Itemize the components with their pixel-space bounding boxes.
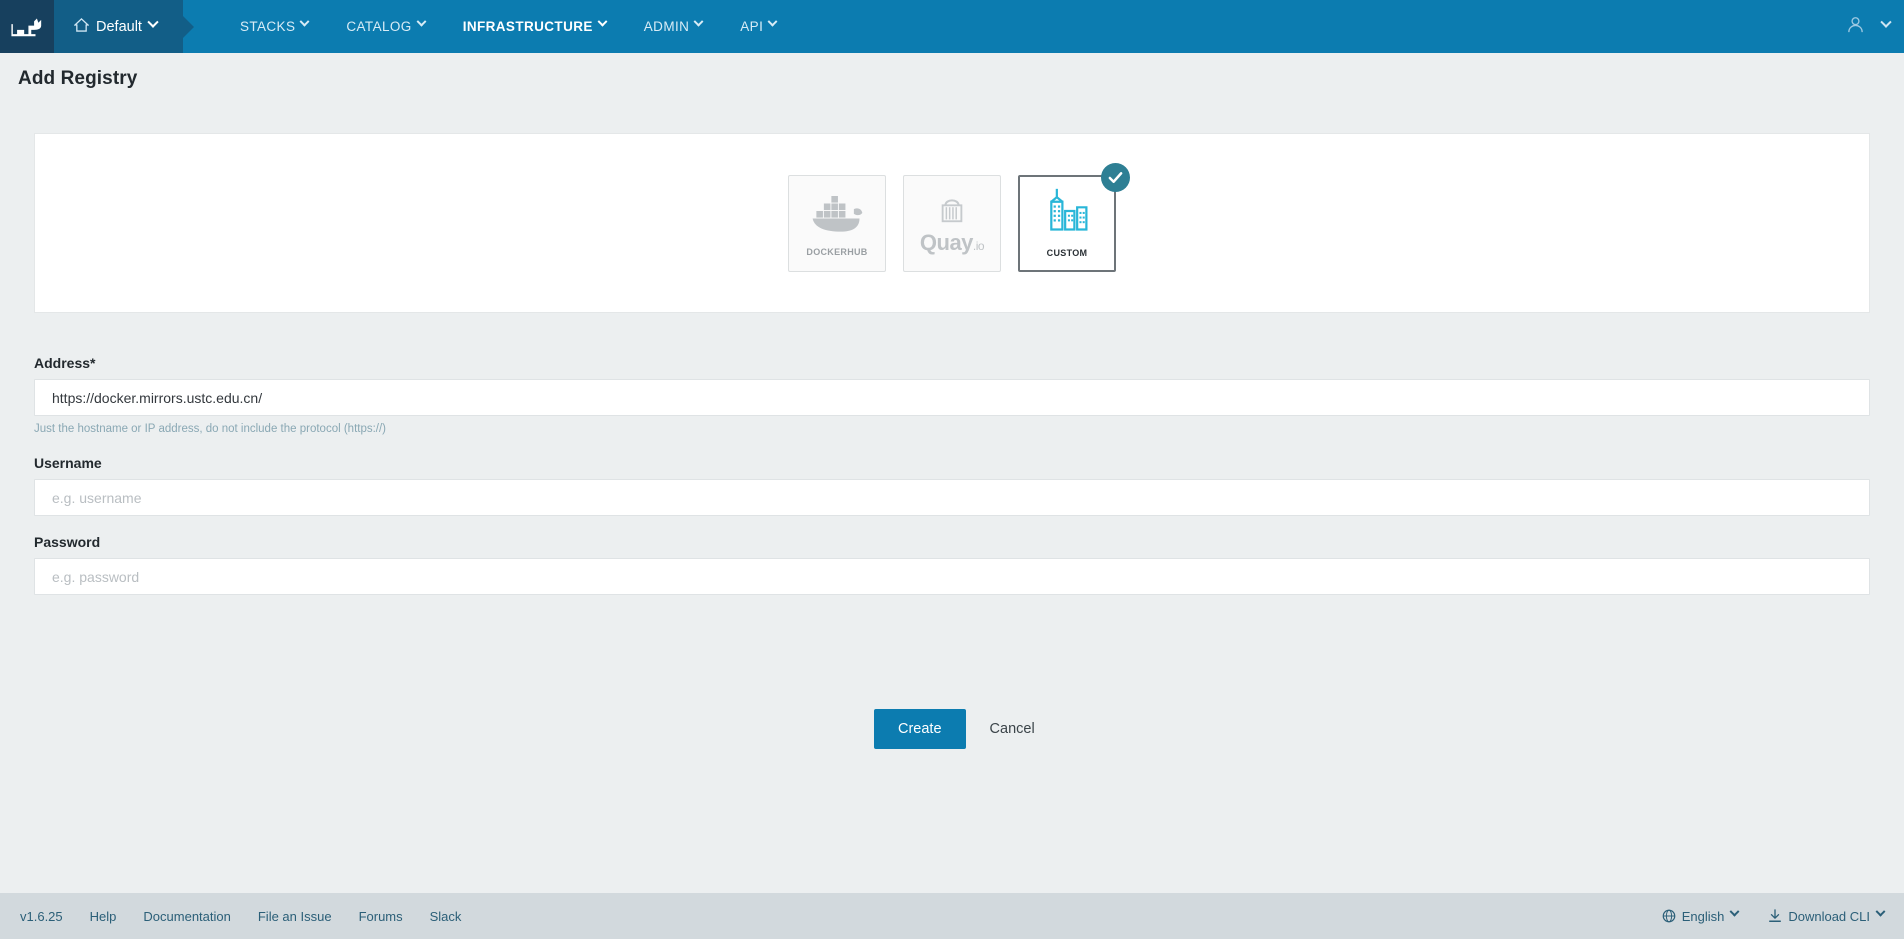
environment-label: Default xyxy=(96,18,142,35)
nav-item-stacks[interactable]: STACKS xyxy=(221,0,327,53)
registry-card-quay[interactable]: Quay.io xyxy=(903,174,1001,272)
quay-label-suffix: .io xyxy=(972,238,985,253)
chevron-down-icon xyxy=(1729,906,1740,917)
password-field-block: Password xyxy=(34,534,1870,595)
nav-item-catalog[interactable]: CATALOG xyxy=(327,0,443,53)
nav-label: CATALOG xyxy=(346,19,412,34)
registry-card-label: DockerHub xyxy=(806,243,868,258)
footer-link-file-an-issue[interactable]: File an Issue xyxy=(258,909,332,924)
language-label: English xyxy=(1681,908,1725,924)
selected-check-badge xyxy=(1101,162,1130,192)
download-cli-label: Download CLI xyxy=(1788,908,1870,924)
nav-label: ADMIN xyxy=(643,19,690,34)
nav-item-infrastructure[interactable]: INFRASTRUCTURE xyxy=(444,0,625,53)
footer-link-help[interactable]: Help xyxy=(90,909,117,924)
nav-item-admin[interactable]: ADMIN xyxy=(625,0,722,53)
quay-label-main: Quay xyxy=(919,229,974,255)
language-selector[interactable]: English xyxy=(1662,906,1740,924)
user-avatar-icon xyxy=(1846,15,1865,39)
chevron-down-icon xyxy=(693,16,704,27)
chevron-down-icon xyxy=(597,16,608,27)
registry-card-label: Quay.io xyxy=(919,229,985,255)
password-input[interactable] xyxy=(34,558,1870,595)
registry-form: Address* Just the hostname or IP address… xyxy=(34,355,1870,611)
page-title: Add Registry xyxy=(18,68,138,89)
registry-card-label: Custom xyxy=(1046,244,1088,259)
main-menu: STACKS CATALOG INFRASTRUCTURE ADMIN API xyxy=(183,0,1846,53)
nav-label: API xyxy=(740,19,764,34)
nav-item-api[interactable]: API xyxy=(721,0,795,53)
password-label: Password xyxy=(34,534,101,550)
registry-type-panel: DockerHub Quay.io xyxy=(34,133,1870,313)
footer-link-slack[interactable]: Slack xyxy=(430,909,462,924)
address-field-block: Address* Just the hostname or IP address… xyxy=(34,355,1870,435)
username-input[interactable] xyxy=(34,479,1870,516)
environment-selector[interactable]: Default xyxy=(54,0,183,53)
chevron-down-icon xyxy=(767,16,778,27)
download-cli-selector[interactable]: Download CLI xyxy=(1768,906,1886,924)
chevron-down-icon xyxy=(299,16,310,27)
user-menu[interactable] xyxy=(1846,0,1904,53)
chevron-down-icon xyxy=(147,16,159,28)
create-button[interactable]: Create xyxy=(874,709,966,749)
footer-links-right: English Download CLI xyxy=(1632,906,1886,924)
footer-link-forums[interactable]: Forums xyxy=(359,909,403,924)
address-hint: Just the hostname or IP address, do not … xyxy=(34,423,387,435)
chevron-down-icon xyxy=(1880,16,1892,28)
buildings-icon xyxy=(1041,187,1093,240)
registry-card-custom[interactable]: Custom xyxy=(1018,162,1130,272)
home-icon xyxy=(73,17,90,36)
registry-card-dockerhub[interactable]: DockerHub xyxy=(788,174,886,272)
footer-links-left: v1.6.25 Help Documentation File an Issue… xyxy=(20,909,488,924)
quay-bucket-icon xyxy=(937,193,967,232)
registry-card-group: DockerHub Quay.io xyxy=(788,162,1130,272)
address-input[interactable] xyxy=(34,379,1870,416)
form-actions: Create Cancel xyxy=(874,709,1047,749)
cancel-button[interactable]: Cancel xyxy=(978,709,1047,749)
rancher-logo[interactable] xyxy=(0,0,54,53)
globe-icon xyxy=(1662,909,1676,923)
nav-label: STACKS xyxy=(239,19,296,34)
footer-version: v1.6.25 xyxy=(20,908,63,924)
download-icon xyxy=(1768,909,1782,923)
username-label: Username xyxy=(34,455,102,471)
docker-whale-icon xyxy=(807,188,867,239)
address-label: Address* xyxy=(34,355,96,371)
username-field-block: Username xyxy=(34,455,1870,516)
chevron-down-icon xyxy=(416,16,427,27)
footer-link-documentation[interactable]: Documentation xyxy=(143,909,230,924)
rancher-cow-icon xyxy=(10,17,44,37)
top-navigation-bar: Default STACKS CATALOG INFRASTRUCTURE AD… xyxy=(0,0,1904,53)
chevron-down-icon xyxy=(1875,906,1886,917)
nav-label: INFRASTRUCTURE xyxy=(462,19,593,34)
footer: v1.6.25 Help Documentation File an Issue… xyxy=(0,893,1904,939)
